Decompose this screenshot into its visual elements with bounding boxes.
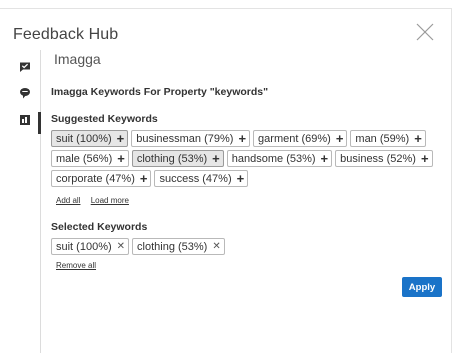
rail-item-feedback[interactable] <box>19 61 33 75</box>
keyword-label: business (52%) <box>340 152 416 165</box>
section-title: Imagga <box>54 51 101 67</box>
feedback-chat-icon <box>20 62 30 72</box>
add-keyword-icon[interactable]: + <box>117 132 125 145</box>
add-keyword-icon[interactable]: + <box>237 172 245 185</box>
keywords-icon <box>20 115 30 125</box>
keyword-label: handsome (53%) <box>231 152 316 165</box>
add-all-link[interactable]: Add all <box>56 196 80 205</box>
close-icon <box>416 23 434 41</box>
add-keyword-icon[interactable]: + <box>414 132 422 145</box>
keyword-label: clothing (53%) <box>137 240 208 253</box>
keyword-label: male (56%) <box>56 152 113 165</box>
sidebar-rail <box>0 50 41 353</box>
close-button[interactable] <box>415 22 435 42</box>
keyword-label: success (47%) <box>159 172 232 185</box>
remove-all-link[interactable]: Remove all <box>56 261 96 270</box>
keyword-label: suit (100%) <box>56 132 112 145</box>
apply-button[interactable]: Apply <box>402 277 442 297</box>
suggested-keyword-chip[interactable]: business (52%) + <box>335 150 433 167</box>
keyword-label: suit (100%) <box>56 240 112 253</box>
keyword-label: corporate (47%) <box>56 172 135 185</box>
selected-actions: Remove all <box>56 261 104 270</box>
suggested-keyword-chip[interactable]: corporate (47%) + <box>51 170 152 187</box>
rail-item-comments[interactable] <box>19 87 33 101</box>
keyword-label: businessman (79%) <box>136 132 234 145</box>
keyword-label: garment (69%) <box>258 132 331 145</box>
comment-icon <box>20 88 30 99</box>
selected-keyword-chip: clothing (53%) ✕ <box>132 238 225 255</box>
suggested-actions: Add all Load more <box>56 196 137 205</box>
add-keyword-icon[interactable]: + <box>321 152 329 165</box>
selected-keyword-chip: suit (100%) ✕ <box>51 238 130 255</box>
add-keyword-icon[interactable]: + <box>421 152 429 165</box>
suggested-keyword-chip[interactable]: male (56%) + <box>51 150 129 167</box>
suggested-keyword-chip[interactable]: suit (100%) + <box>51 130 129 147</box>
load-more-link[interactable]: Load more <box>91 196 129 205</box>
keyword-label: man (59%) <box>355 132 410 145</box>
selected-keywords-list: suit (100%) ✕ clothing (53%) ✕ <box>51 238 447 255</box>
selected-keywords-heading: Selected Keywords <box>51 221 148 233</box>
suggested-keyword-chip[interactable]: man (59%) + <box>350 130 426 147</box>
rail-item-keywords[interactable] <box>19 114 33 128</box>
suggested-keyword-chip[interactable]: garment (69%) + <box>253 130 348 147</box>
suggested-keyword-chip[interactable]: businessman (79%) + <box>131 130 251 147</box>
suggested-keyword-chip[interactable]: success (47%) + <box>154 170 249 187</box>
add-keyword-icon[interactable]: + <box>140 172 148 185</box>
remove-keyword-icon[interactable]: ✕ <box>212 241 220 252</box>
add-keyword-icon[interactable]: + <box>336 132 344 145</box>
keywords-property-heading: Imagga Keywords For Property "keywords" <box>51 86 269 98</box>
active-tab-indicator <box>38 112 41 134</box>
add-keyword-icon[interactable]: + <box>238 132 246 145</box>
suggested-keywords-list: suit (100%) + businessman (79%) + garment (6… <box>51 130 447 187</box>
add-keyword-icon[interactable]: + <box>212 152 220 165</box>
panel-title: Feedback Hub <box>13 26 119 43</box>
suggested-keywords-heading: Suggested Keywords <box>51 113 158 125</box>
suggested-keyword-chip[interactable]: handsome (53%) + <box>226 150 333 167</box>
keyword-label: clothing (53%) <box>136 152 208 165</box>
remove-keyword-icon[interactable]: ✕ <box>117 241 125 252</box>
suggested-keyword-chip[interactable]: clothing (53%) + <box>131 150 224 167</box>
add-keyword-icon[interactable]: + <box>117 152 125 165</box>
